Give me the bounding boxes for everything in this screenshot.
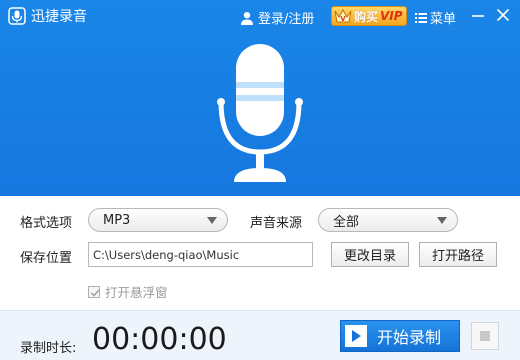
source-value: 全部	[333, 214, 360, 230]
buy-vip-button[interactable]: V 购买 VIP	[331, 6, 407, 26]
start-recording-button[interactable]: 开始录制	[340, 320, 460, 352]
close-icon[interactable]	[494, 6, 512, 24]
save-path-field[interactable]: C:\Users\deng-qiao\Music	[88, 242, 313, 267]
source-select[interactable]: 全部	[318, 208, 458, 232]
float-window-checkbox[interactable]: 打开悬浮窗	[88, 282, 168, 301]
checkbox-box	[88, 285, 100, 298]
menu-icon	[415, 12, 427, 23]
format-select[interactable]: MP3	[88, 208, 228, 232]
source-label: 声音来源	[250, 216, 303, 231]
open-path-button[interactable]: 打开路径	[419, 242, 497, 267]
checkmark-icon	[90, 289, 100, 297]
login-button[interactable]: 登录/注册	[240, 8, 314, 27]
microphone-icon	[217, 44, 303, 182]
header-panel: 迅捷录音 登录/注册 V 购买 VIP 菜单	[0, 0, 520, 196]
format-value: MP3	[103, 212, 131, 228]
change-directory-button[interactable]: 更改目录	[331, 242, 409, 267]
save-location-label: 保存位置	[20, 251, 73, 266]
recording-timer: 00:00:00	[92, 322, 227, 357]
recorder-window: 迅捷录音 登录/注册 V 购买 VIP 菜单 格式选项 MP3 声音来源 全部 …	[0, 0, 520, 360]
play-icon	[345, 325, 367, 347]
menu-button[interactable]: 菜单	[415, 8, 456, 27]
vip-label: VIP	[380, 9, 403, 23]
user-icon	[241, 11, 253, 25]
app-logo-icon	[8, 7, 26, 25]
minimize-icon[interactable]	[469, 6, 487, 24]
chevron-down-icon	[437, 217, 447, 224]
start-recording-label: 开始录制	[377, 328, 442, 347]
menu-label: 菜单	[430, 12, 457, 27]
chevron-down-icon	[207, 217, 217, 224]
open-path-label: 打开路径	[431, 249, 484, 264]
stop-button[interactable]	[471, 322, 499, 350]
save-path-value: C:\Users\deng-qiao\Music	[93, 247, 240, 262]
stop-icon	[480, 331, 490, 341]
login-label: 登录/注册	[258, 12, 315, 27]
crown-icon: V	[334, 8, 352, 23]
change-directory-label: 更改目录	[343, 249, 396, 264]
float-window-label: 打开悬浮窗	[105, 285, 168, 300]
footer-bar: 录制时长: 00:00:00 开始录制	[0, 310, 520, 360]
svg-text:V: V	[340, 15, 346, 23]
format-label: 格式选项	[20, 216, 73, 231]
duration-label: 录制时长:	[20, 341, 77, 356]
title-bar: 迅捷录音 登录/注册 V 购买 VIP 菜单	[0, 0, 520, 32]
vip-buy-label: 购买	[354, 9, 379, 24]
app-title: 迅捷录音	[31, 9, 87, 25]
